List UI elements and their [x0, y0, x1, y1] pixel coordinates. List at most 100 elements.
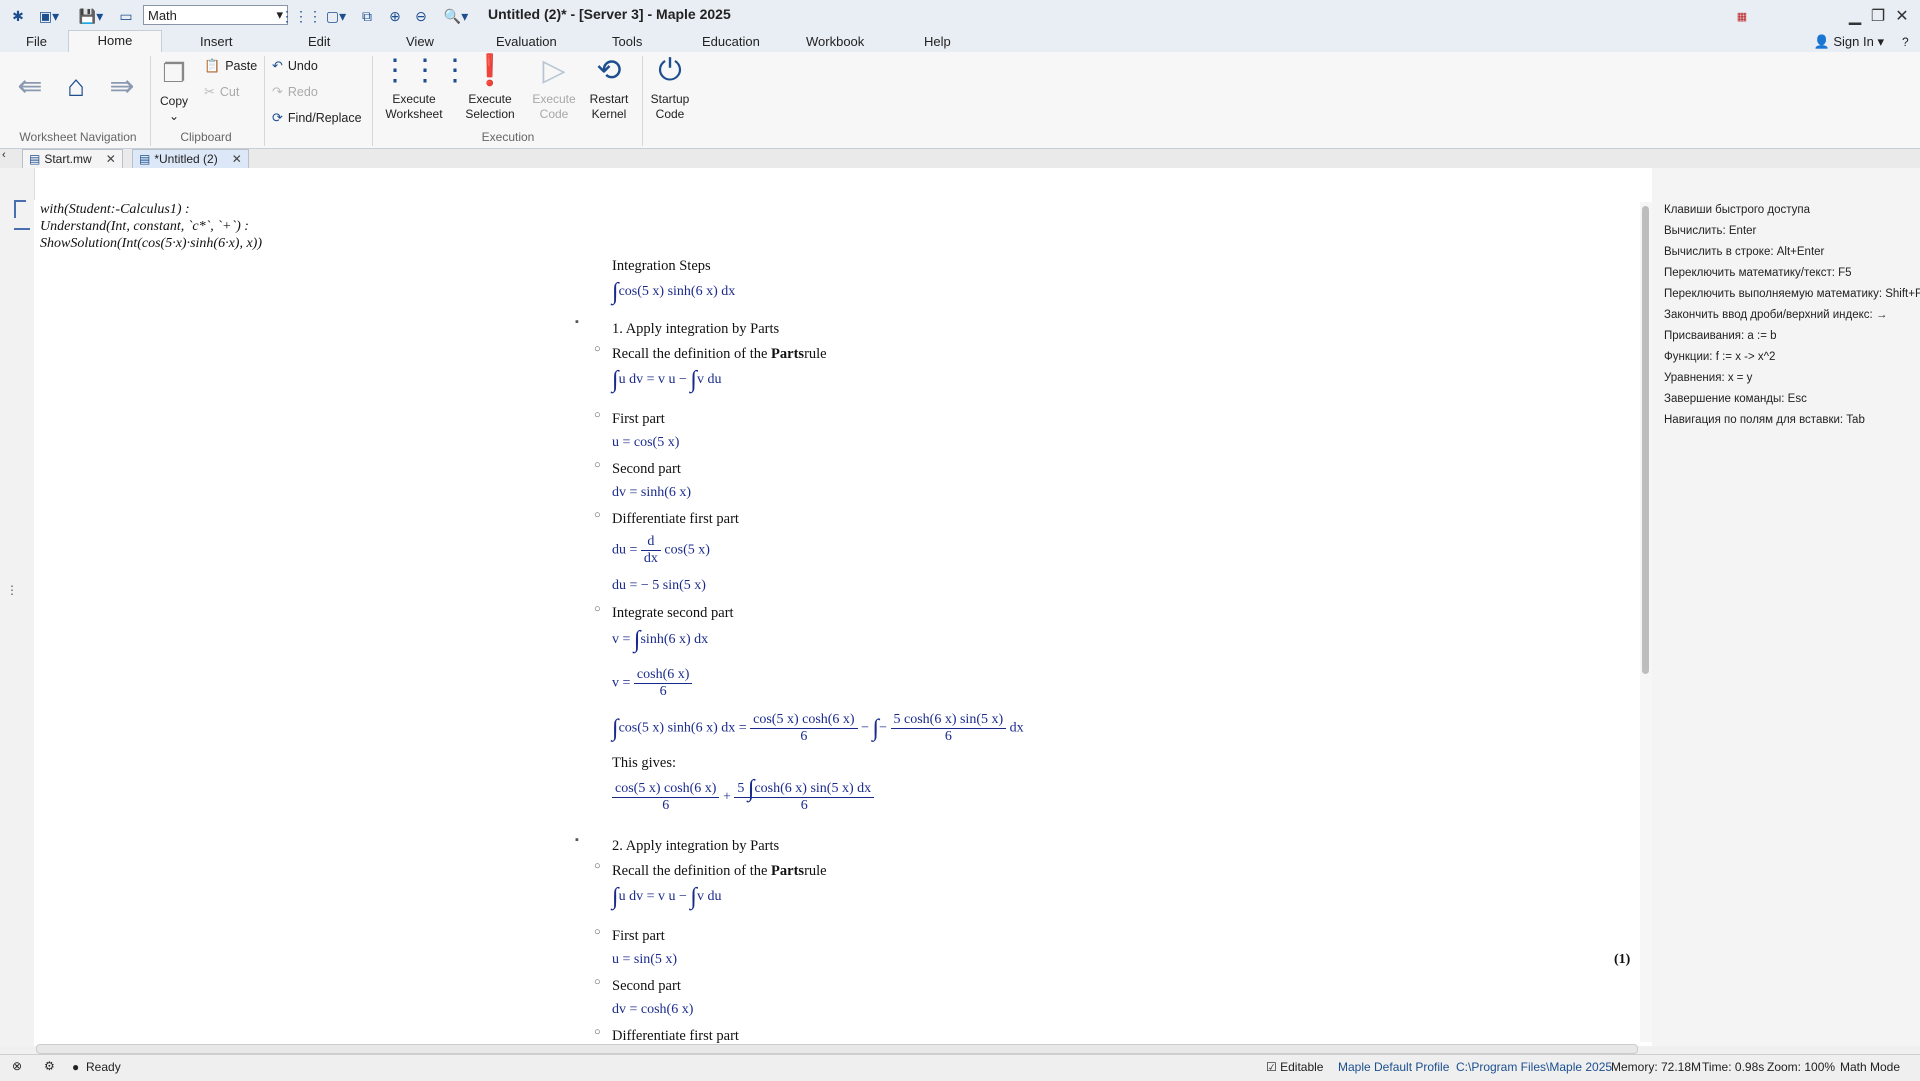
editable-checkbox[interactable]: ☑ Editable: [1266, 1060, 1323, 1074]
close-tab-icon[interactable]: ✕: [106, 150, 116, 168]
undo-button[interactable]: ↶ Undo: [272, 58, 318, 74]
scroll-thumb[interactable]: [1642, 206, 1649, 674]
flag-icon: ▦: [1736, 10, 1748, 23]
mode-select[interactable]: Math ▾: [143, 5, 288, 25]
tab-view[interactable]: View: [396, 32, 444, 52]
equation-label: (1): [1614, 952, 1631, 967]
doc-tab-start[interactable]: ▤ Start.mw ✕: [22, 149, 123, 169]
step-text: Second part: [612, 978, 681, 994]
startup-code-button[interactable]: ⏻ Startup Code: [646, 54, 694, 122]
execute-code-button[interactable]: ▷ Execute Code: [528, 54, 580, 122]
find-replace-label: Find/Replace: [287, 111, 362, 125]
ribbon: ⇚ ⌂ ⇛ Worksheet Navigation ❐ Copy ⌄ 📋 Pas…: [0, 52, 1920, 149]
differential: dx: [1009, 720, 1024, 736]
shortcuts-title: Клавиши быстрого доступа: [1664, 204, 1811, 216]
shortcut-item: Вычислить: Enter: [1664, 225, 1757, 237]
fraction-denominator: 6: [800, 729, 808, 744]
zoom-menu-icon[interactable]: 🔍▾: [438, 6, 474, 26]
status-ready: Ready: [86, 1060, 121, 1074]
back-button[interactable]: ⇚: [10, 70, 50, 108]
restart-kernel-button[interactable]: ⟲ Restart Kernel: [584, 54, 634, 122]
tab-help[interactable]: Help: [914, 32, 961, 52]
time-usage: Time: 0.98s: [1702, 1060, 1765, 1074]
execute-worksheet-button[interactable]: ⋮⋮⋮ Execute Worksheet: [380, 54, 470, 122]
zoom-out-icon[interactable]: ⊖: [410, 6, 432, 26]
find-replace-button[interactable]: ⟳ Find/Replace: [272, 110, 362, 126]
input-line[interactable]: with(Student:-Calculus1) :: [40, 202, 190, 218]
recall-rule: rule: [804, 863, 827, 879]
copy-window-icon[interactable]: ⧉: [358, 6, 376, 26]
fraction: 5 ∫cosh(6 x) sin(5 x) dx 6: [734, 777, 875, 814]
cut-button[interactable]: ✂ Cut: [204, 84, 239, 100]
tab-insert[interactable]: Insert: [190, 32, 243, 52]
maximize-icon[interactable]: ❐: [1866, 4, 1890, 28]
tab-edit[interactable]: Edit: [298, 32, 340, 52]
redo-icon: ↷: [272, 84, 283, 99]
forward-button[interactable]: ⇛: [102, 70, 142, 108]
path-link[interactable]: C:\Program Files\Maple 2025: [1456, 1060, 1612, 1074]
divider: [642, 56, 643, 146]
math-line: v = ∫sinh(6 x) dx: [612, 628, 708, 652]
cut-icon: ✂: [204, 84, 215, 99]
fraction-numerator: cos(5 x) cosh(6 x): [612, 781, 720, 798]
paste-button[interactable]: 📋 Paste: [204, 58, 257, 74]
tab-scroll-left-icon[interactable]: ‹: [2, 149, 6, 161]
undo-label: Undo: [287, 59, 318, 73]
solution-heading: Integration Steps: [612, 258, 711, 274]
step-text: Recall the definition of the Partsrule: [612, 863, 827, 880]
minimize-icon[interactable]: ▁: [1843, 4, 1867, 28]
execute-all-icon[interactable]: ⋮⋮⋮: [280, 6, 322, 26]
tab-evaluation[interactable]: Evaluation: [486, 32, 567, 52]
math-line: dv = sinh(6 x): [612, 485, 692, 500]
worksheet[interactable]: with(Student:-Calculus1) : Understand(In…: [34, 200, 1638, 1046]
power-code-icon: ⏻: [658, 54, 682, 87]
help-icon[interactable]: ?: [1892, 32, 1919, 52]
doc-tab-untitled[interactable]: ▤ *Untitled (2) ✕: [132, 149, 249, 169]
save-icon[interactable]: 💾▾: [74, 6, 108, 26]
shortcut-item: Уравнения: x = y: [1664, 372, 1753, 384]
input-line[interactable]: Understand(Int, constant, `c*`, `+`) :: [40, 219, 249, 235]
home-button[interactable]: ⌂: [54, 70, 98, 108]
redo-button[interactable]: ↷ Redo: [272, 84, 318, 100]
integral-sign-icon: ∫: [612, 278, 619, 305]
memory-usage: Memory: 72.18M: [1611, 1060, 1702, 1074]
input-line[interactable]: ShowSolution(Int(cos(5·x)·sinh(6·x), x)): [40, 236, 262, 252]
view-icon[interactable]: ▢▾: [320, 6, 352, 26]
fraction-numerator: cos(5 x) cosh(6 x): [750, 712, 858, 729]
tab-education[interactable]: Education: [692, 32, 770, 52]
tab-workbook[interactable]: Workbook: [796, 32, 874, 52]
zoom-in-icon[interactable]: ⊕: [384, 6, 406, 26]
execute-code-label-1: Execute: [532, 92, 576, 106]
execute-selection-button[interactable]: ❗ Execute Selection: [458, 54, 522, 122]
fraction-denominator: 6: [662, 798, 670, 813]
integral-sign-icon: ∫: [690, 883, 697, 910]
close-tab-icon[interactable]: ✕: [232, 150, 242, 168]
execute-selection-label-1: Execute: [468, 92, 512, 106]
interrupt-icon[interactable]: ⊗: [12, 1059, 22, 1073]
vertical-scrollbar[interactable]: [1640, 202, 1652, 1042]
tab-tools[interactable]: Tools: [602, 32, 652, 52]
tab-icon[interactable]: ▭: [116, 6, 136, 26]
maple-logo-icon: ✱: [12, 7, 24, 24]
settings-icon[interactable]: ⚙: [44, 1059, 55, 1073]
tab-file[interactable]: File: [16, 32, 57, 52]
sign-in-button[interactable]: 👤 Sign In ▾: [1814, 32, 1884, 52]
fraction: cos(5 x) cosh(6 x) 6: [750, 712, 858, 745]
user-icon: 👤: [1813, 34, 1830, 49]
horizontal-scrollbar[interactable]: [36, 1044, 1638, 1054]
profile-link[interactable]: Maple Default Profile: [1338, 1060, 1449, 1074]
tab-home[interactable]: Home: [68, 30, 162, 53]
execute-worksheet-label-2: Worksheet: [385, 107, 443, 121]
new-document-icon[interactable]: ▣▾: [34, 6, 64, 26]
coefficient: 5: [737, 781, 745, 796]
fraction: cos(5 x) cosh(6 x) 6: [612, 781, 720, 814]
step-text: First part: [612, 928, 665, 944]
integrand: cosh(6 x) sin(5 x) dx: [754, 781, 872, 796]
arrow-left-icon: ⇚: [17, 70, 43, 103]
group-label-navigation: Worksheet Navigation: [19, 130, 137, 144]
close-icon[interactable]: ✕: [1890, 4, 1914, 28]
copy-button[interactable]: ❐ Copy ⌄: [156, 56, 192, 124]
recall-bold: Parts: [771, 346, 805, 362]
splitter-handle[interactable]: ⋮: [6, 584, 18, 596]
bullet-icon: ○: [594, 1026, 601, 1038]
